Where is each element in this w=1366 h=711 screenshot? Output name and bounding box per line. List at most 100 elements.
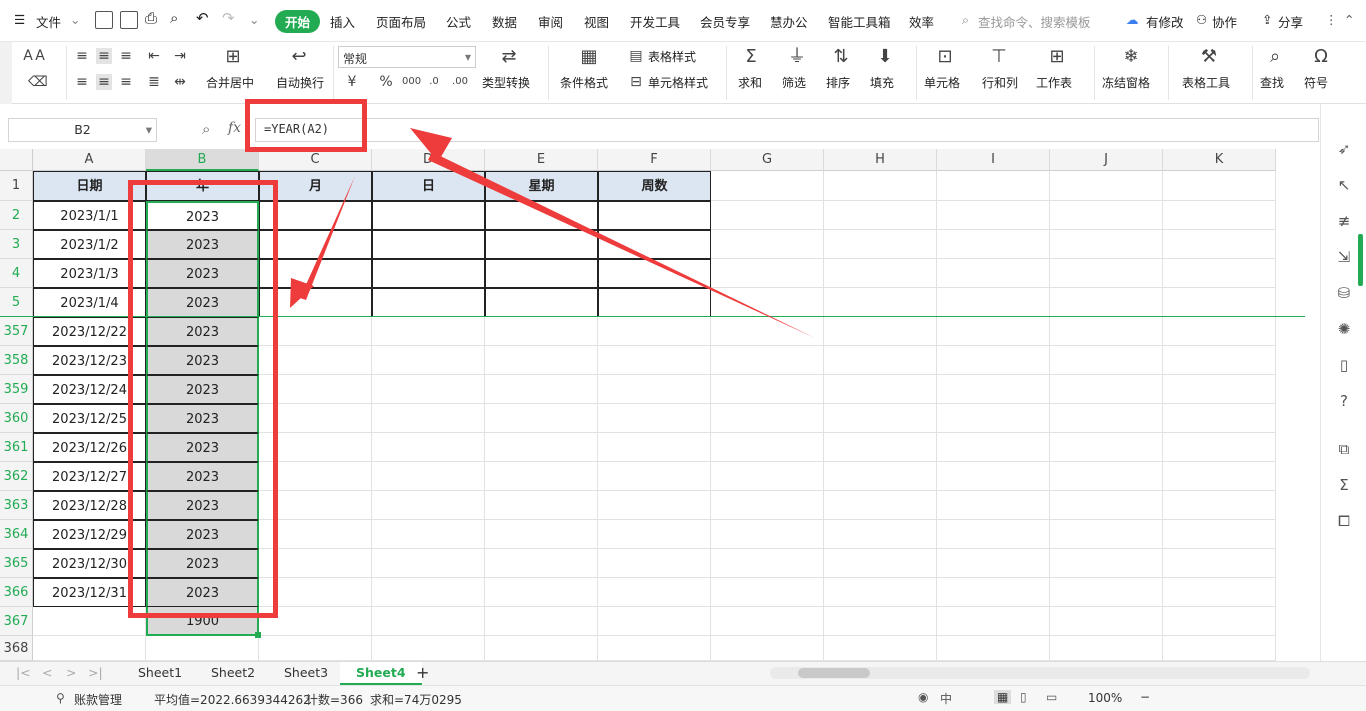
empty-cell[interactable] [372, 433, 485, 462]
empty-cell[interactable] [598, 491, 711, 520]
empty-cell[interactable] [711, 636, 824, 661]
indent-decrease-icon[interactable]: ⇤ [146, 48, 162, 64]
empty-cell[interactable] [259, 259, 372, 288]
undo-icon[interactable]: ↶ [196, 9, 209, 27]
cell-icon[interactable]: ⊡ [934, 46, 956, 68]
row-header[interactable]: 362 [0, 462, 33, 491]
empty-cell[interactable] [1163, 259, 1276, 288]
adjust-icon[interactable]: ≢ [1335, 212, 1353, 230]
filter-button[interactable]: 筛选 [782, 74, 806, 91]
column-header[interactable]: F [598, 149, 711, 171]
empty-cell[interactable] [1163, 462, 1276, 491]
empty-cell[interactable] [485, 636, 598, 661]
cell-style-button[interactable]: 单元格样式 [648, 74, 708, 91]
empty-cell[interactable] [711, 462, 824, 491]
column-header[interactable]: C [259, 149, 372, 171]
row-header[interactable]: 4 [0, 259, 33, 288]
conditional-format-icon[interactable]: ▦ [578, 46, 600, 68]
empty-cell[interactable] [372, 259, 485, 288]
empty-cell[interactable] [372, 288, 485, 317]
empty-cell[interactable] [937, 288, 1050, 317]
export-icon[interactable] [120, 11, 138, 29]
empty-cell[interactable] [485, 404, 598, 433]
empty-cell[interactable] [372, 607, 485, 636]
fill-icon[interactable]: ⬇ [874, 46, 896, 68]
currency-icon[interactable]: ¥ [344, 74, 360, 90]
sheet-tab-4[interactable]: Sheet4 [340, 662, 422, 685]
type-convert-icon[interactable]: ⇄ [498, 46, 520, 68]
eye-protect-icon[interactable]: ◉ [918, 690, 928, 704]
row-header[interactable]: 366 [0, 578, 33, 607]
date-cell[interactable]: 2023/12/27 [33, 462, 146, 491]
header-cell[interactable]: 日期 [33, 171, 146, 201]
empty-cell[interactable] [937, 462, 1050, 491]
empty-cell[interactable] [1050, 259, 1163, 288]
empty-cell[interactable] [485, 549, 598, 578]
column-header[interactable]: A [33, 149, 146, 171]
row-header[interactable]: 3 [0, 230, 33, 259]
empty-cell[interactable] [259, 201, 372, 230]
tab-member[interactable]: 会员专享 [700, 12, 750, 31]
empty-cell[interactable] [485, 520, 598, 549]
empty-cell[interactable] [598, 346, 711, 375]
book-icon[interactable]: ▯ [1335, 356, 1353, 374]
empty-cell[interactable] [824, 201, 937, 230]
empty-cell[interactable] [711, 230, 824, 259]
empty-cell[interactable] [937, 549, 1050, 578]
thousands-icon[interactable]: 000 [402, 74, 421, 90]
menu-file[interactable]: 文件 [36, 12, 61, 31]
column-header[interactable]: E [485, 149, 598, 171]
has-changes-button[interactable]: 有修改 [1146, 12, 1184, 31]
empty-cell[interactable] [259, 404, 372, 433]
empty-cell[interactable] [1050, 462, 1163, 491]
empty-cell[interactable] [824, 171, 937, 201]
empty-cell[interactable] [937, 171, 1050, 201]
date-cell[interactable]: 2023/12/25 [33, 404, 146, 433]
find-button[interactable]: 查找 [1260, 74, 1284, 91]
year-cell[interactable]: 1900 [146, 607, 259, 636]
empty-cell[interactable] [824, 578, 937, 607]
tab-review[interactable]: 审阅 [538, 12, 563, 31]
empty-cell[interactable] [598, 404, 711, 433]
empty-cell[interactable] [1163, 201, 1276, 230]
year-cell[interactable]: 2023 [146, 433, 259, 462]
empty-cell[interactable] [937, 607, 1050, 636]
empty-cell[interactable] [937, 578, 1050, 607]
last-sheet-icon[interactable]: >| [88, 665, 103, 680]
empty-cell[interactable] [711, 404, 824, 433]
column-header[interactable]: H [824, 149, 937, 171]
empty-cell[interactable] [711, 520, 824, 549]
row-header[interactable]: 359 [0, 375, 33, 404]
header-cell[interactable]: 年 [146, 171, 259, 201]
page-layout-view-icon[interactable]: ▯ [1020, 690, 1027, 704]
date-cell[interactable] [33, 607, 146, 636]
empty-cell[interactable] [485, 578, 598, 607]
year-cell[interactable]: 2023 [146, 375, 259, 404]
horizontal-scrollbar-thumb[interactable] [798, 668, 870, 678]
empty-cell[interactable] [711, 491, 824, 520]
empty-cell[interactable] [824, 549, 937, 578]
language-icon[interactable]: 中 [940, 690, 952, 707]
header-cell[interactable]: 周数 [598, 171, 711, 201]
empty-cell[interactable] [1163, 578, 1276, 607]
empty-cell[interactable] [1050, 317, 1163, 346]
font-decrease-icon[interactable]: A [32, 48, 48, 64]
empty-cell[interactable] [259, 607, 372, 636]
empty-cell[interactable] [711, 549, 824, 578]
year-cell[interactable]: 2023 [146, 520, 259, 549]
empty-cell[interactable] [372, 375, 485, 404]
empty-cell[interactable] [485, 375, 598, 404]
tab-home[interactable]: 开始 [275, 10, 321, 33]
select-all-corner[interactable] [0, 149, 33, 171]
tab-insert[interactable]: 插入 [330, 12, 355, 31]
empty-cell[interactable] [259, 462, 372, 491]
row-header[interactable]: 357 [0, 317, 33, 346]
row-header[interactable]: 367 [0, 607, 33, 636]
empty-cell[interactable] [259, 491, 372, 520]
justify-icon[interactable]: ≣ [146, 74, 162, 90]
empty-cell[interactable] [259, 636, 372, 661]
sum-icon[interactable]: Σ [740, 46, 762, 68]
empty-cell[interactable] [372, 346, 485, 375]
empty-cell[interactable] [824, 433, 937, 462]
empty-cell[interactable] [372, 578, 485, 607]
